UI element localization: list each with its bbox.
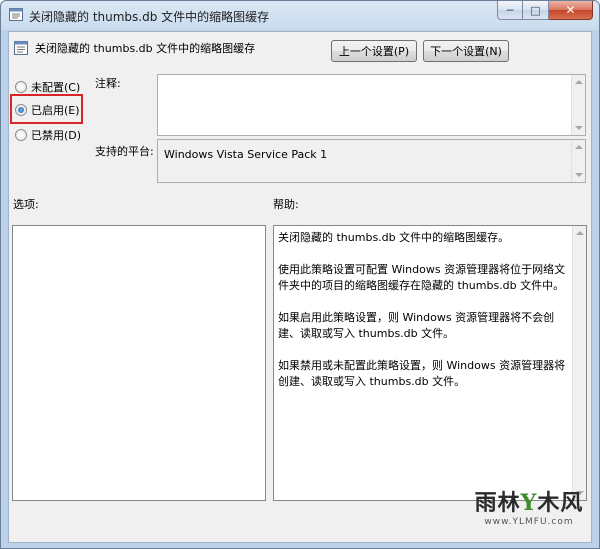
scroll-down-icon[interactable] xyxy=(575,173,583,177)
help-paragraph: 如果禁用或未配置此策略设置，则 Windows 资源管理器将创建、读取或写入 t… xyxy=(278,359,566,388)
policy-name: 关闭隐藏的 thumbs.db 文件中的缩略图缓存 xyxy=(35,42,256,55)
help-paragraph: 关闭隐藏的 thumbs.db 文件中的缩略图缓存。 xyxy=(278,231,510,244)
help-paragraph: 使用此策略设置可配置 Windows 资源管理器将位于网络文件夹中的项目的缩略图… xyxy=(278,263,566,292)
supported-platform-value: Windows Vista Service Pack 1 xyxy=(164,148,328,161)
comment-scrollbar[interactable] xyxy=(571,75,585,135)
site-watermark: 雨林Y木风 www.YLMFU.com xyxy=(463,489,595,545)
comment-input[interactable] xyxy=(157,74,586,136)
platform-scrollbar[interactable] xyxy=(571,140,585,182)
watermark-logo: 雨林Y木风 xyxy=(474,490,584,516)
maximize-button[interactable]: □ xyxy=(523,1,549,20)
options-label: 选项: xyxy=(13,198,39,211)
radio-label: 未配置(C) xyxy=(31,81,81,94)
previous-setting-button[interactable]: 上一个设置(P) xyxy=(331,40,417,62)
maximize-icon: □ xyxy=(530,3,541,17)
options-panel xyxy=(12,225,266,501)
supported-platform-label: 支持的平台: xyxy=(95,145,154,158)
help-text: 关闭隐藏的 thumbs.db 文件中的缩略图缓存。 使用此策略设置可配置 Wi… xyxy=(278,230,570,406)
title-bar[interactable]: 关闭隐藏的 thumbs.db 文件中的缩略图缓存 ─ □ ✕ xyxy=(1,1,599,29)
help-scrollbar[interactable] xyxy=(572,226,586,500)
scroll-down-icon[interactable] xyxy=(575,126,583,130)
radio-label: 已禁用(D) xyxy=(31,129,82,142)
help-label: 帮助: xyxy=(273,198,299,211)
radio-circle[interactable] xyxy=(15,81,27,93)
policy-icon xyxy=(14,41,28,55)
radio-circle[interactable] xyxy=(15,129,27,141)
scroll-up-icon[interactable] xyxy=(575,145,583,149)
scroll-up-icon[interactable] xyxy=(575,80,583,84)
minimize-icon: ─ xyxy=(506,3,514,17)
policy-window: 关闭隐藏的 thumbs.db 文件中的缩略图缓存 ─ □ ✕ 关闭隐藏的 th… xyxy=(0,0,600,549)
close-icon: ✕ xyxy=(565,3,576,17)
comment-label: 注释: xyxy=(95,77,121,90)
window-title: 关闭隐藏的 thumbs.db 文件中的缩略图缓存 xyxy=(29,10,270,24)
policy-setting-icon xyxy=(9,8,23,21)
minimize-button[interactable]: ─ xyxy=(497,1,523,20)
watermark-url: www.YLMFU.com xyxy=(484,517,574,527)
caption-buttons: ─ □ ✕ xyxy=(497,1,593,21)
scroll-up-icon[interactable] xyxy=(576,231,584,235)
radio-disabled[interactable]: 已禁用(D) xyxy=(15,127,81,143)
enabled-highlight-frame xyxy=(10,94,83,124)
help-paragraph: 如果启用此策略设置，则 Windows 资源管理器将不会创建、读取或写入 thu… xyxy=(278,311,555,340)
close-button[interactable]: ✕ xyxy=(549,1,593,20)
supported-platform-field: Windows Vista Service Pack 1 xyxy=(157,139,586,183)
dialog-body: 关闭隐藏的 thumbs.db 文件中的缩略图缓存 上一个设置(P) 下一个设置… xyxy=(8,31,592,543)
radio-not-configured[interactable]: 未配置(C) xyxy=(15,79,80,95)
next-setting-button[interactable]: 下一个设置(N) xyxy=(423,40,509,62)
help-panel: 关闭隐藏的 thumbs.db 文件中的缩略图缓存。 使用此策略设置可配置 Wi… xyxy=(273,225,587,501)
